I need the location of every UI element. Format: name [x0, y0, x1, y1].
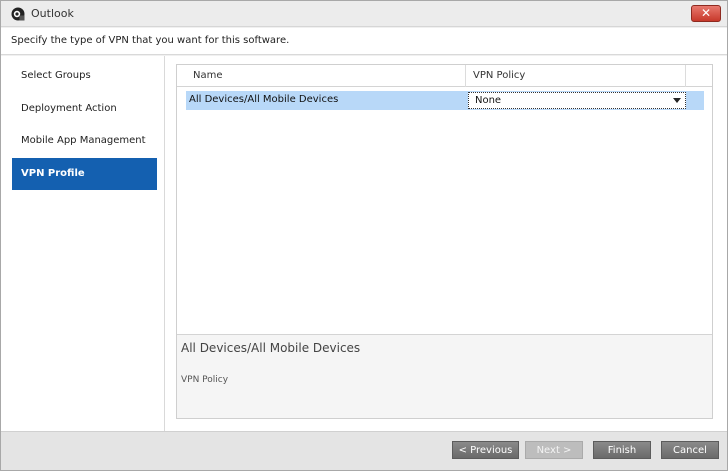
close-button[interactable]: ✕	[691, 5, 721, 22]
vpn-policy-value: None	[475, 95, 502, 106]
cancel-button[interactable]: Cancel	[661, 441, 719, 459]
vpn-policy-dropdown[interactable]: None	[468, 92, 686, 109]
instruction-bar: Specify the type of VPN that you want fo…	[1, 28, 727, 55]
title-bar: Outlook ✕	[1, 1, 727, 27]
wizard-sidebar: Select Groups Deployment Action Mobile A…	[1, 56, 165, 431]
details-panel: All Devices/All Mobile Devices VPN Polic…	[177, 334, 712, 418]
chevron-down-icon[interactable]	[673, 98, 681, 103]
instruction-text: Specify the type of VPN that you want fo…	[11, 35, 290, 46]
table-row[interactable]: All Devices/All Mobile Devices None	[186, 91, 704, 110]
main-content: Select Groups Deployment Action Mobile A…	[1, 56, 727, 431]
app-icon	[11, 7, 25, 21]
sidebar-item-deployment-action[interactable]: Deployment Action	[12, 93, 157, 125]
grid-header: Name VPN Policy	[177, 65, 712, 87]
previous-button[interactable]: < Previous	[452, 441, 519, 459]
sidebar-item-select-groups[interactable]: Select Groups	[12, 60, 157, 92]
row-name-cell: All Devices/All Mobile Devices	[189, 94, 339, 105]
sidebar-item-vpn-profile[interactable]: VPN Profile	[12, 158, 157, 190]
next-button[interactable]: Next >	[525, 441, 583, 459]
details-title: All Devices/All Mobile Devices	[181, 341, 361, 355]
details-label: VPN Policy	[181, 375, 229, 385]
column-separator[interactable]	[465, 65, 466, 87]
column-header-vpn-policy[interactable]: VPN Policy	[473, 70, 525, 81]
finish-button[interactable]: Finish	[593, 441, 651, 459]
wizard-footer: < Previous Next > Finish Cancel	[1, 431, 727, 470]
column-separator[interactable]	[685, 65, 686, 87]
column-header-name[interactable]: Name	[193, 70, 223, 81]
window-title: Outlook	[31, 7, 74, 20]
vpn-grid-panel: Name VPN Policy All Devices/All Mobile D…	[176, 64, 713, 419]
sidebar-item-mobile-app-management[interactable]: Mobile App Management	[12, 125, 157, 157]
dialog-window: Outlook ✕ Specify the type of VPN that y…	[0, 0, 728, 471]
